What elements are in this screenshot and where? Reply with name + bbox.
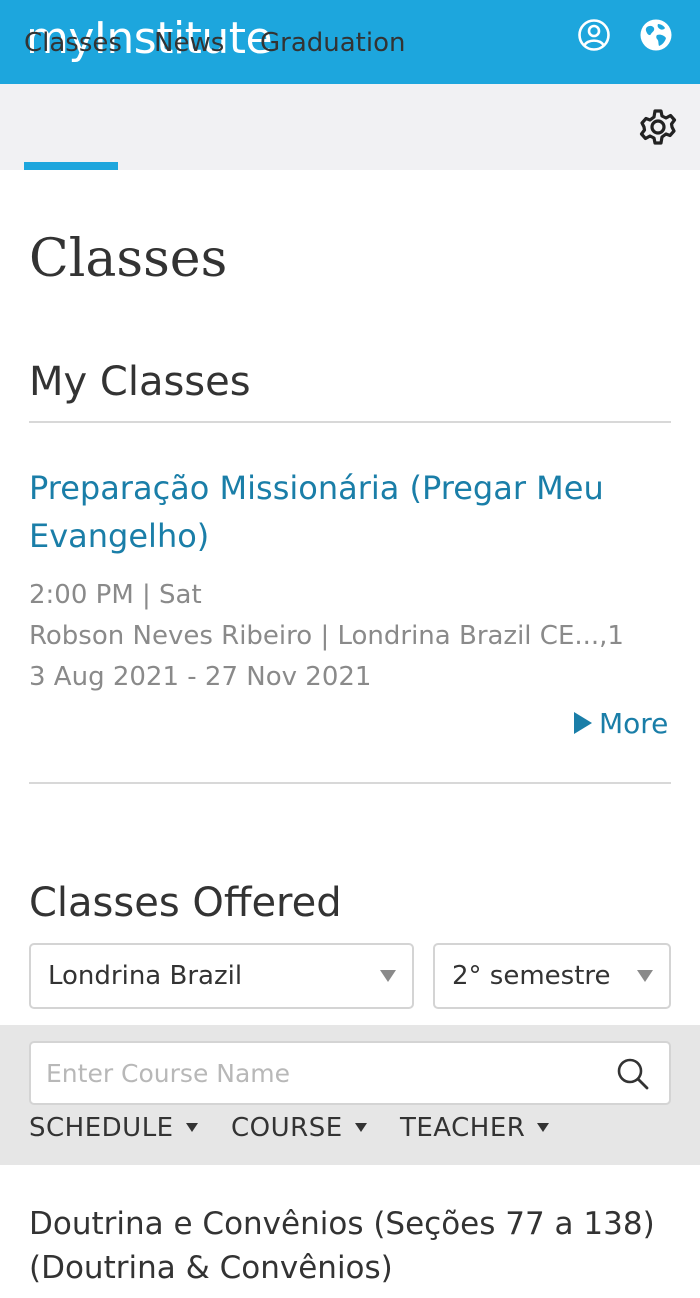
course-filter-label: COURSE xyxy=(231,1113,343,1143)
nav-tabs xyxy=(0,84,700,170)
course-search-box xyxy=(29,1041,671,1105)
active-tab-indicator xyxy=(24,162,118,170)
location-select-value: Londrina Brazil xyxy=(48,961,243,991)
location-select[interactable]: Londrina Brazil xyxy=(29,943,414,1009)
divider xyxy=(29,782,671,784)
classes-offered-heading: Classes Offered xyxy=(29,880,342,926)
class-dates: 3 Aug 2021 - 27 Nov 2021 xyxy=(29,662,372,692)
caret-down-icon xyxy=(537,1122,550,1132)
tab-classes[interactable]: Classes xyxy=(24,0,122,86)
page-title: Classes xyxy=(29,229,228,289)
schedule-filter-label: SCHEDULE xyxy=(29,1113,174,1143)
class-teacher-location: Robson Neves Ribeiro | Londrina Brazil C… xyxy=(29,621,624,651)
offered-class-item[interactable]: Doutrina e Convênios (Seções 77 a 138) (… xyxy=(29,1202,679,1290)
teacher-filter-label: TEACHER xyxy=(400,1113,526,1143)
course-filter[interactable]: COURSE xyxy=(231,1106,367,1150)
tab-news[interactable]: News xyxy=(154,0,224,86)
globe-icon[interactable] xyxy=(639,18,673,52)
caret-down-icon xyxy=(354,1122,367,1132)
tab-graduation[interactable]: Graduation xyxy=(260,0,406,86)
term-select-value: 2° semestre xyxy=(452,961,611,991)
divider xyxy=(29,421,671,423)
dropdown-caret-icon xyxy=(637,970,653,982)
user-circle-icon[interactable] xyxy=(577,18,611,52)
more-label: More xyxy=(599,707,669,740)
search-icon[interactable] xyxy=(615,1056,651,1092)
caret-down-icon xyxy=(185,1122,198,1132)
dropdown-caret-icon xyxy=(380,970,396,982)
schedule-filter[interactable]: SCHEDULE xyxy=(29,1106,198,1150)
my-class-title-link[interactable]: Preparação Missionária (Pregar Meu Evang… xyxy=(29,464,649,560)
gear-icon[interactable] xyxy=(639,108,677,146)
play-triangle-icon xyxy=(574,712,592,734)
term-select[interactable]: 2° semestre xyxy=(433,943,671,1009)
class-schedule: 2:00 PM | Sat xyxy=(29,580,202,610)
more-link[interactable]: More xyxy=(574,704,668,744)
course-search-input[interactable] xyxy=(46,1043,606,1103)
teacher-filter[interactable]: TEACHER xyxy=(400,1106,550,1150)
my-classes-heading: My Classes xyxy=(29,359,251,405)
